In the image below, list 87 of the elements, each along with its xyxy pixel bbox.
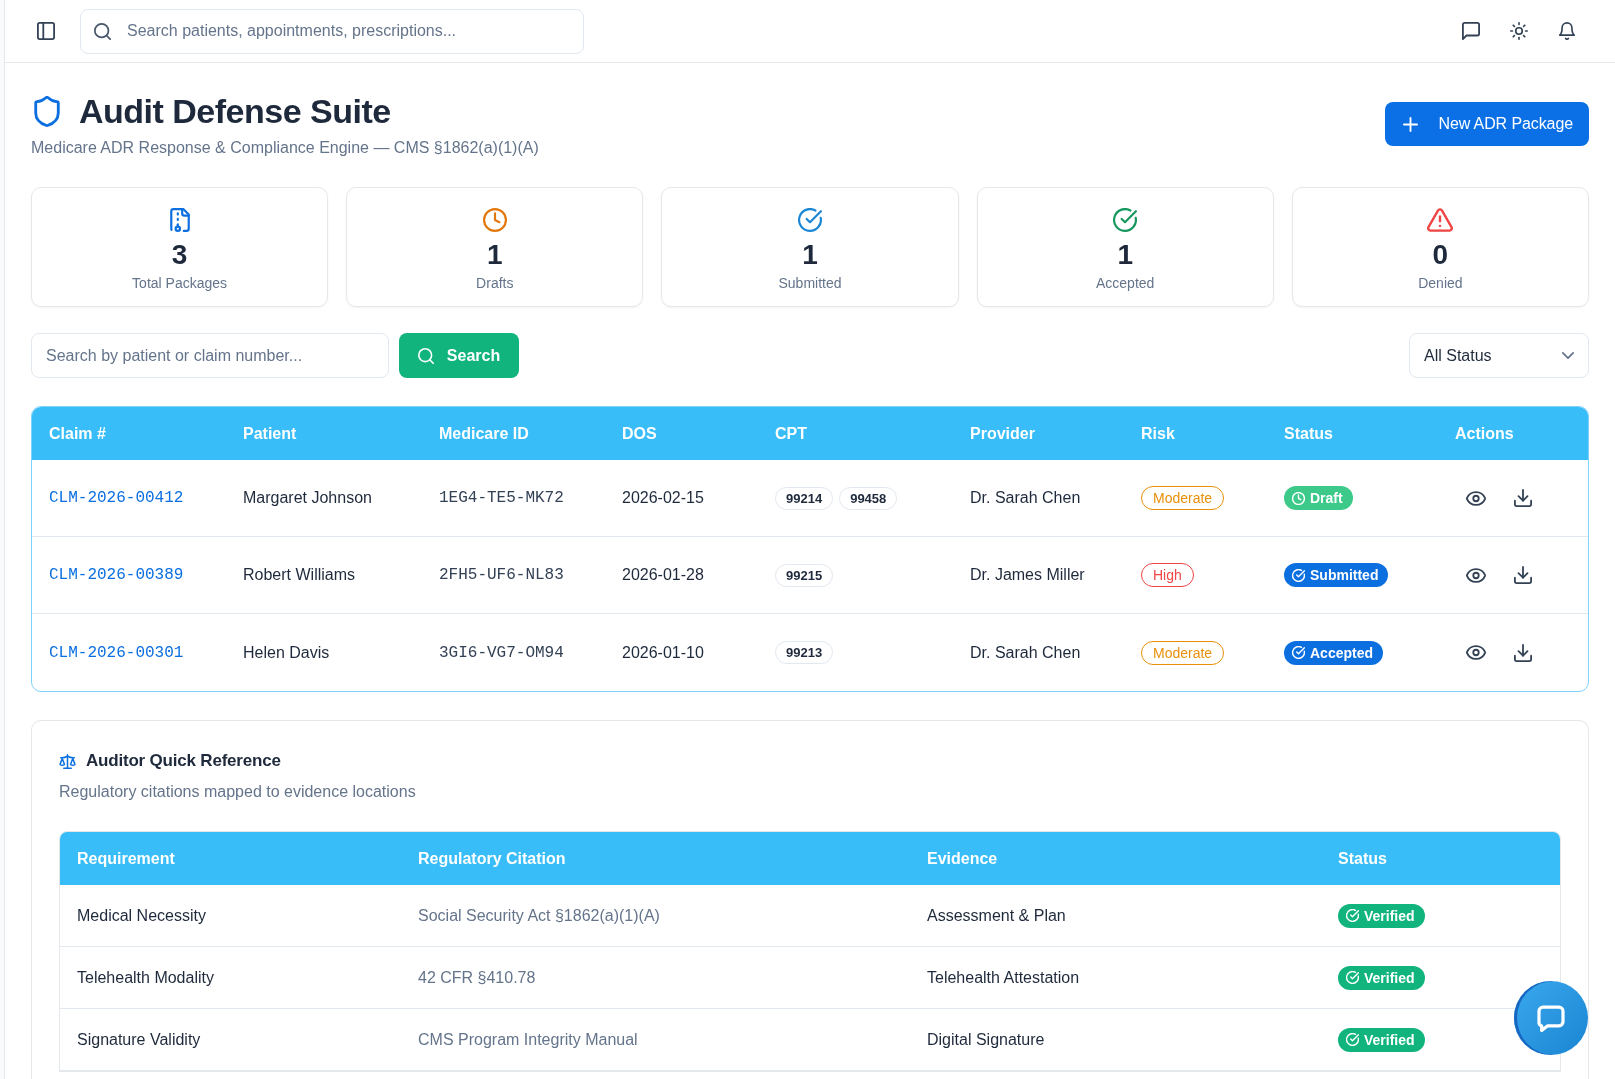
section-subtitle: Regulatory citations mapped to evidence locations — [59, 782, 417, 802]
new-package-button[interactable]: New ADR Package — [1385, 102, 1589, 146]
claim-link[interactable]: CLM-2026-00301 — [49, 643, 184, 662]
table-cell: 3GI6-VG7-OM94 — [439, 643, 564, 662]
table-cell: 2026-01-28 — [622, 566, 704, 584]
table-cell: CMS Program Integrity Manual — [418, 1030, 638, 1049]
download-icon[interactable] — [1514, 566, 1532, 584]
table-cell: Margaret Johnson — [243, 489, 372, 507]
table-cell: 2FH5-UF6-NL83 — [439, 566, 564, 584]
status-dropdown[interactable]: All Status — [1409, 333, 1589, 378]
bell-icon[interactable] — [1558, 22, 1576, 40]
stat-value: 1 — [487, 238, 503, 272]
stat-label: Accepted — [1096, 274, 1155, 292]
table-cell: 1EG4-TE5-MK72 — [439, 489, 564, 507]
page-subtitle: Medicare ADR Response & Compliance Engine — CMS §1862(a)(1)(A) — [31, 138, 539, 158]
section-title: Auditor Quick Reference — [86, 751, 281, 771]
table-cell: Telehealth Modality — [77, 968, 214, 987]
stat-value: 1 — [1117, 238, 1133, 272]
column-header: Claim # — [49, 424, 107, 443]
search-field[interactable]: Search by patient or claim number... — [31, 333, 389, 378]
message-icon[interactable] — [1462, 22, 1480, 40]
column-header: Risk — [1141, 424, 1176, 443]
table-cell: Digital Signature — [927, 1030, 1045, 1049]
check-circle-icon — [1346, 909, 1359, 922]
search-icon — [417, 347, 434, 364]
search-field[interactable]: Search patients, appointments, prescriptions... — [80, 8, 584, 54]
chevron-down-icon — [1562, 352, 1574, 359]
column-header: Medicare ID — [439, 424, 530, 443]
clock-icon — [1292, 491, 1305, 505]
check-circle-icon — [1292, 568, 1305, 582]
table-cell: Social Security Act §1862(a)(1)(A) — [418, 906, 660, 925]
status-label: Verified — [1364, 907, 1415, 924]
claim-link[interactable]: CLM-2026-00412 — [49, 489, 184, 507]
stat-value: 0 — [1432, 238, 1449, 272]
table-cell: Assessment & Plan — [927, 906, 1066, 925]
stat-label: Total Packages — [132, 274, 228, 292]
check-circle-icon — [1346, 971, 1359, 984]
status-label: Verified — [1364, 1031, 1415, 1048]
column-header: Status — [1284, 424, 1334, 443]
sun-icon[interactable] — [1510, 22, 1528, 40]
stat-label: Drafts — [476, 274, 514, 292]
stat-label: Denied — [1418, 274, 1463, 292]
risk-badge: Moderate — [1141, 640, 1225, 665]
download-icon[interactable] — [1514, 489, 1532, 507]
scale-icon — [59, 753, 76, 769]
table-cell: Telehealth Attestation — [927, 968, 1080, 987]
stat-value: 3 — [171, 238, 188, 272]
plus-icon — [1403, 116, 1419, 132]
page-title: Audit Defense Suite — [79, 91, 391, 132]
table-cell: 2026-02-15 — [622, 489, 704, 507]
column-header: Evidence — [927, 849, 999, 868]
column-header: CPT — [775, 424, 808, 443]
column-header: DOS — [622, 424, 658, 443]
claim-link[interactable]: CLM-2026-00389 — [49, 566, 184, 584]
column-header: Regulatory Citation — [418, 849, 567, 868]
table-cell: 42 CFR §410.78 — [418, 968, 536, 987]
status-label: Verified — [1364, 969, 1415, 986]
sidebar-toggle-icon[interactable] — [37, 22, 55, 40]
table-cell: Dr. Sarah Chen — [970, 643, 1081, 662]
check-circle-icon — [1346, 1033, 1359, 1046]
risk-badge: High — [1141, 563, 1194, 587]
search-button[interactable]: Search — [399, 333, 519, 378]
column-header: Patient — [243, 424, 298, 443]
column-header: Provider — [970, 424, 1036, 443]
table-cell: Medical Necessity — [77, 906, 206, 925]
eye-icon[interactable] — [1466, 567, 1486, 583]
stat-value: 1 — [802, 238, 818, 272]
table-cell: 2026-01-10 — [622, 643, 704, 662]
download-icon[interactable] — [1514, 643, 1532, 662]
table-cell: Robert Williams — [243, 566, 355, 584]
chat-icon — [1537, 1004, 1565, 1032]
eye-icon[interactable] — [1466, 645, 1486, 660]
risk-badge: Moderate — [1141, 486, 1225, 510]
eye-icon[interactable] — [1466, 490, 1486, 506]
table-cell: Signature Validity — [77, 1030, 201, 1049]
table-cell: Dr. James Miller — [970, 566, 1085, 584]
column-header: Status — [1338, 849, 1388, 868]
column-header: Actions — [1455, 424, 1515, 443]
status-label: Draft — [1310, 490, 1343, 506]
status-label: Accepted — [1310, 644, 1374, 661]
stat-label: Submitted — [778, 274, 842, 292]
table-cell: Dr. Sarah Chen — [970, 489, 1081, 507]
check-circle-icon — [1292, 646, 1305, 659]
column-header: Requirement — [77, 849, 176, 868]
table-cell: Helen Davis — [243, 643, 330, 662]
shield-icon — [34, 95, 60, 127]
status-label: Submitted — [1310, 567, 1379, 583]
